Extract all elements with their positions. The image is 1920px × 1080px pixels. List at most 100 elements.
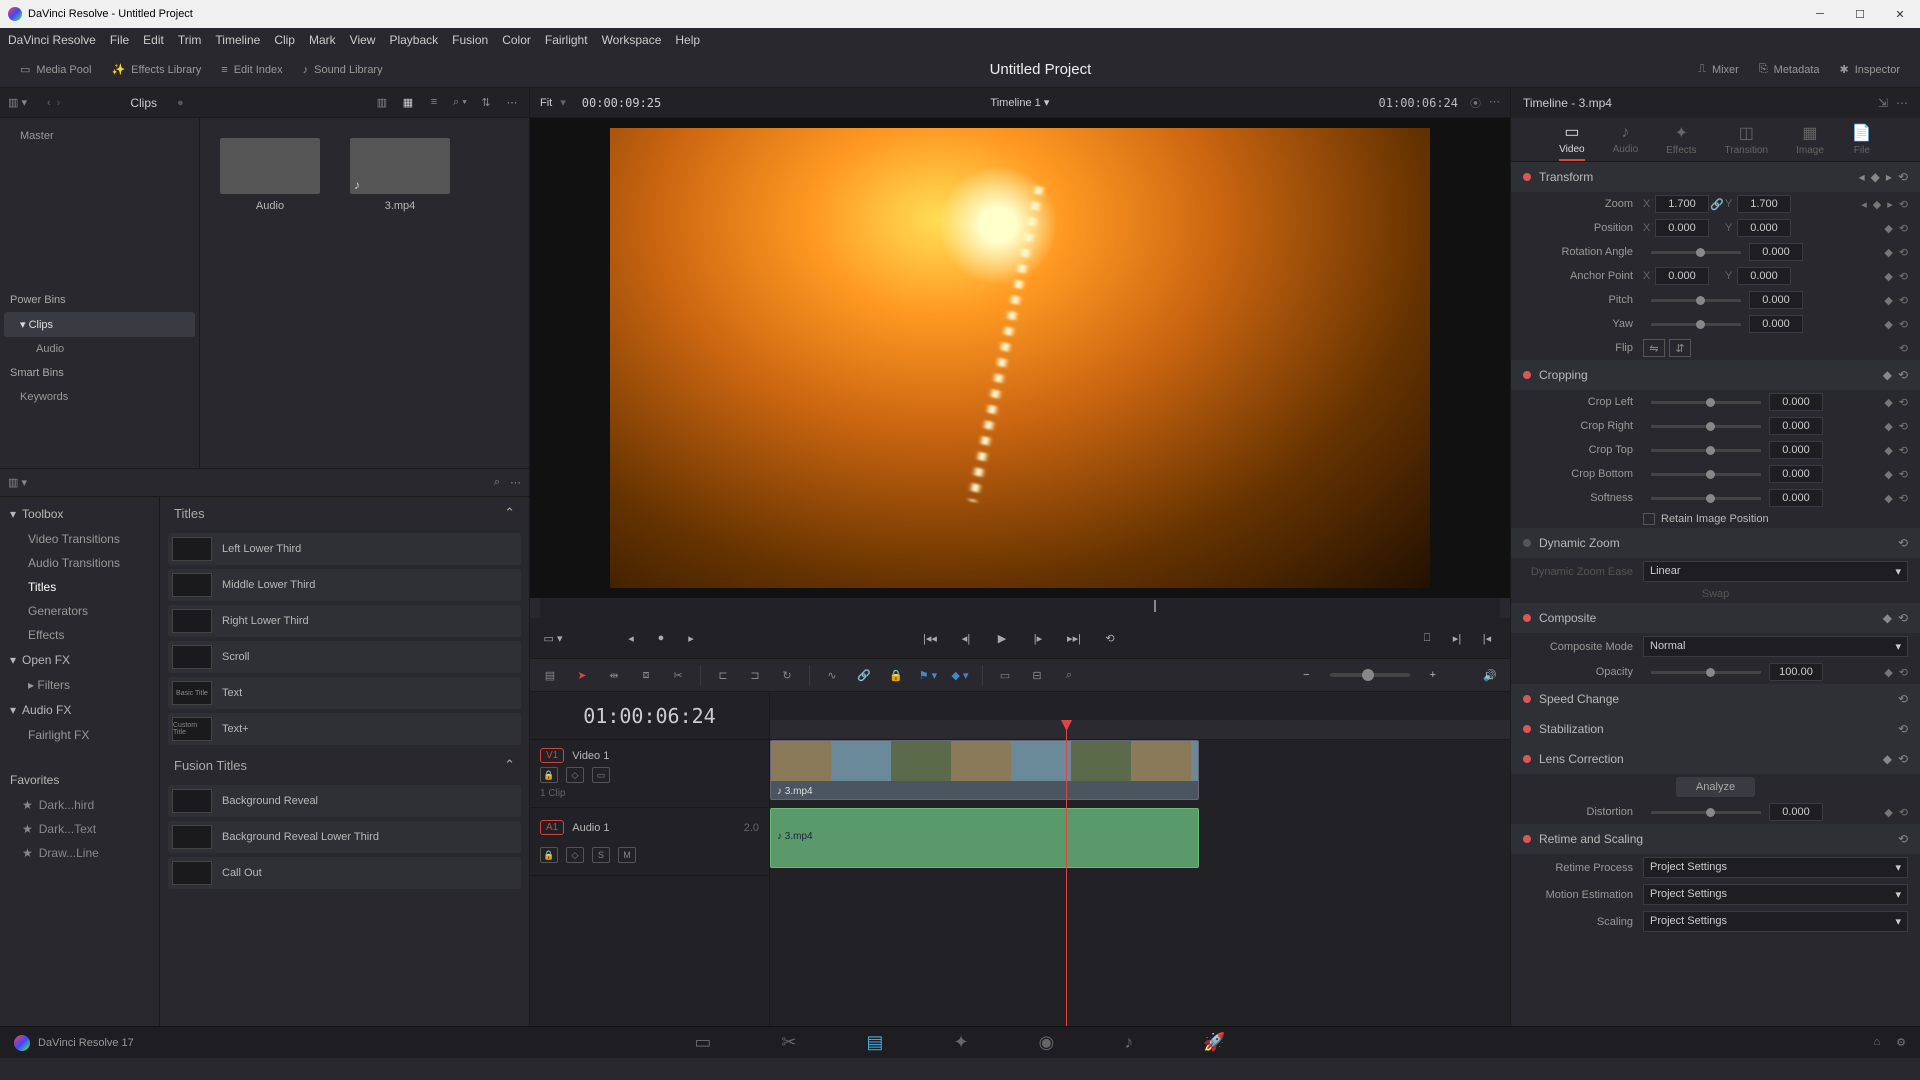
tab-file[interactable]: 📄File — [1852, 118, 1872, 161]
next-kf-icon[interactable]: ▸ — [1887, 198, 1893, 211]
thumb-view-icon[interactable]: ▦ — [399, 96, 417, 109]
edit-page-icon[interactable]: ▤ — [866, 1032, 883, 1053]
openfx-header[interactable]: ▾ Open FX — [0, 647, 159, 673]
source-timecode[interactable]: 00:00:09:25 — [582, 96, 661, 110]
inspector-button[interactable]: ✱ Inspector — [1830, 59, 1910, 80]
panel-menu-icon[interactable]: ▥ ▾ — [8, 476, 27, 489]
fx-effects[interactable]: Effects — [0, 623, 159, 647]
effects-library-button[interactable]: ✨ Effects Library — [101, 59, 211, 80]
zoom-plus-icon[interactable]: + — [1430, 669, 1436, 681]
favorite-item[interactable]: ★ Dark...Text — [0, 817, 159, 841]
lens-correction-header[interactable]: Lens Correction◆⟲ — [1511, 744, 1920, 774]
cut-page-icon[interactable]: ✂ — [781, 1032, 796, 1053]
viewer[interactable] — [530, 118, 1510, 598]
media-page-icon[interactable]: ▭ — [694, 1032, 711, 1053]
prev-clip-icon[interactable]: |◂ — [1476, 627, 1498, 649]
distortion-input[interactable]: 0.000 — [1769, 803, 1823, 821]
composite-header[interactable]: Composite◆⟲ — [1511, 603, 1920, 633]
media-item-video[interactable]: 3.mp4 — [350, 138, 450, 448]
snapping-icon[interactable]: ∿ — [822, 669, 842, 682]
timeline-view-icon[interactable]: ▤ — [540, 669, 560, 682]
zoom-fit-icon[interactable]: ⌕ — [1059, 669, 1079, 682]
zoom-slider[interactable] — [1330, 673, 1410, 677]
next-clip-icon[interactable]: ▸| — [1446, 627, 1468, 649]
sort-icon[interactable]: ⇅ — [477, 96, 495, 109]
mixer-button[interactable]: ⎍ Mixer — [1688, 59, 1749, 80]
bin-clips[interactable]: ▾ Clips — [4, 312, 195, 337]
crop-right-input[interactable]: 0.000 — [1769, 417, 1823, 435]
track-badge[interactable]: A1 — [540, 820, 564, 835]
audio-track-header[interactable]: A1Audio 12.0 🔒 ◇ S M — [530, 808, 769, 876]
lock-track-icon[interactable]: 🔒 — [540, 767, 558, 783]
bin-audio[interactable]: Audio — [0, 337, 199, 361]
video-clip[interactable]: ♪ 3.mp4 — [770, 740, 1199, 800]
step-back-icon[interactable]: ◂| — [955, 627, 977, 649]
step-fwd-icon[interactable]: |▸ — [1027, 627, 1049, 649]
scaling-select[interactable]: Project Settings▾ — [1643, 911, 1908, 932]
fairlight-page-icon[interactable]: ♪ — [1124, 1032, 1133, 1053]
nav-back-icon[interactable]: ‹ — [47, 97, 51, 109]
zoom-minus-icon[interactable]: − — [1303, 669, 1309, 681]
title-item[interactable]: Scroll — [168, 641, 521, 673]
match-frame-icon[interactable]: ⎕ — [1416, 627, 1438, 649]
edit-index-button[interactable]: ≡ Edit Index — [211, 60, 292, 80]
search-icon[interactable]: ⌕ ▾ — [451, 96, 469, 109]
menu-color[interactable]: Color — [502, 33, 531, 47]
stop-icon[interactable]: ● — [650, 627, 672, 649]
fx-video-transitions[interactable]: Video Transitions — [0, 527, 159, 551]
auto-select-icon[interactable]: ◇ — [566, 847, 584, 863]
retime-scaling-header[interactable]: Retime and Scaling⟲ — [1511, 824, 1920, 854]
auto-select-icon[interactable]: ◇ — [566, 767, 584, 783]
position-lock-icon[interactable]: 🔒 — [886, 669, 906, 682]
title-item[interactable]: Background Reveal — [168, 785, 521, 817]
marker-icon[interactable]: ◆ ▾ — [950, 669, 970, 682]
title-item[interactable]: Right Lower Third — [168, 605, 521, 637]
zoom-out-icon[interactable]: ⊟ — [1027, 669, 1047, 682]
next-edit-icon[interactable]: ▸ — [680, 627, 702, 649]
menu-playback[interactable]: Playback — [389, 33, 438, 47]
fusion-titles-group-header[interactable]: Fusion Titles⌃ — [160, 749, 529, 781]
tab-transition[interactable]: ◫Transition — [1725, 118, 1769, 161]
swap-button[interactable]: Swap — [1702, 588, 1730, 600]
title-item[interactable]: Middle Lower Third — [168, 569, 521, 601]
crop-bottom-input[interactable]: 0.000 — [1769, 465, 1823, 483]
disable-video-icon[interactable]: ▭ — [592, 767, 610, 783]
tab-audio[interactable]: ♪Audio — [1613, 118, 1639, 161]
favorite-item[interactable]: ★ Dark...hird — [0, 793, 159, 817]
lock-track-icon[interactable]: 🔒 — [540, 847, 558, 863]
titles-group-header[interactable]: Titles⌃ — [160, 497, 529, 529]
options-icon[interactable]: ⋯ — [1489, 95, 1500, 111]
menu-trim[interactable]: Trim — [178, 33, 202, 47]
next-kf-icon[interactable]: ▸ — [1886, 170, 1892, 184]
bin-keywords[interactable]: Keywords — [0, 385, 199, 409]
menu-fusion[interactable]: Fusion — [452, 33, 488, 47]
zoom-fit-button[interactable]: Fit — [540, 97, 552, 109]
menu-workspace[interactable]: Workspace — [602, 33, 662, 47]
kf-icon[interactable]: ◆ — [1873, 198, 1881, 211]
reset-icon[interactable]: ⟲ — [1898, 170, 1908, 184]
menu-davinci[interactable]: DaVinci Resolve — [8, 33, 96, 47]
reset-icon[interactable]: ⟲ — [1899, 198, 1908, 211]
menu-view[interactable]: View — [350, 33, 376, 47]
timeline-ruler[interactable] — [770, 720, 1510, 740]
crop-left-input[interactable]: 0.000 — [1769, 393, 1823, 411]
dynamic-trim-icon[interactable]: ⧈ — [636, 669, 656, 682]
sound-library-button[interactable]: ♪ Sound Library — [293, 60, 393, 80]
cropping-header[interactable]: Cropping◆⟲ — [1511, 360, 1920, 390]
maximize-button[interactable]: ☐ — [1840, 0, 1880, 28]
selection-tool-icon[interactable]: ➤ — [572, 669, 592, 682]
crop-softness-input[interactable]: 0.000 — [1769, 489, 1823, 507]
crop-left-slider[interactable] — [1651, 401, 1761, 404]
timeline-name[interactable]: Timeline 1 ▾ — [990, 96, 1049, 109]
menu-file[interactable]: File — [110, 33, 129, 47]
options-icon[interactable]: ⋯ — [503, 96, 521, 109]
pos-y-input[interactable]: 0.000 — [1737, 219, 1791, 237]
title-item[interactable]: Background Reveal Lower Third — [168, 821, 521, 853]
crop-top-input[interactable]: 0.000 — [1769, 441, 1823, 459]
options-icon[interactable]: ⋯ — [1896, 96, 1908, 110]
title-item[interactable]: Basic TitleText — [168, 677, 521, 709]
blade-tool-icon[interactable]: ✂ — [668, 669, 688, 682]
composite-mode-select[interactable]: Normal▾ — [1643, 636, 1908, 657]
crop-right-slider[interactable] — [1651, 425, 1761, 428]
stabilization-header[interactable]: Stabilization⟲ — [1511, 714, 1920, 744]
